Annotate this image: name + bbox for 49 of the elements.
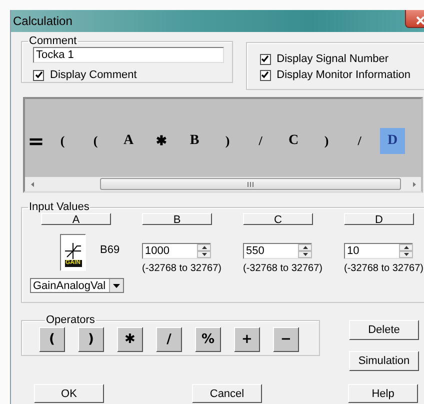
- close-icon: [416, 16, 424, 25]
- dialog-button[interactable]: Cancel: [192, 384, 262, 403]
- formula-token[interactable]: C: [277, 128, 310, 154]
- range-label: (-32768 to 32767): [344, 263, 424, 274]
- operator-button[interactable]: +: [234, 327, 260, 352]
- operator-button[interactable]: (: [39, 327, 65, 352]
- scroll-thumb[interactable]: [100, 178, 401, 190]
- action-button[interactable]: Delete: [349, 320, 419, 340]
- formula-token[interactable]: D: [380, 128, 405, 154]
- group-label: Input Values: [28, 201, 90, 213]
- dialog-button[interactable]: OK: [34, 384, 104, 403]
- formula-token[interactable]: A: [112, 128, 145, 154]
- checkbox[interactable]: [260, 70, 271, 80]
- signal-name: B69: [100, 244, 120, 256]
- checkbox[interactable]: [33, 70, 44, 80]
- group-label: Comment: [28, 35, 78, 47]
- group-label: Operators: [45, 314, 96, 326]
- formula-token[interactable]: (: [79, 128, 112, 154]
- operator-button[interactable]: ): [78, 327, 104, 352]
- gain-curve-icon: [64, 242, 82, 260]
- window-title: Calculation: [12, 14, 72, 28]
- formula-token[interactable]: B: [178, 128, 211, 154]
- formula-token[interactable]: ): [310, 128, 343, 154]
- signal-dropdown[interactable]: GainAnalogVal: [30, 278, 124, 293]
- formula-token[interactable]: (: [46, 128, 79, 154]
- range-label: (-32768 to 32767): [243, 263, 323, 274]
- formula-token[interactable]: ✱: [145, 128, 178, 154]
- formula-token[interactable]: /: [343, 128, 376, 154]
- checkbox-label: Display Signal Number: [276, 53, 389, 65]
- dialog-button[interactable]: Help: [348, 384, 418, 403]
- checkbox-label: Display Comment: [50, 69, 137, 81]
- checkbox[interactable]: [260, 54, 271, 64]
- formula-token[interactable]: ): [211, 128, 244, 154]
- formula-token[interactable]: /: [244, 128, 277, 154]
- horizontal-scrollbar[interactable]: [25, 177, 421, 191]
- dropdown-arrow-icon: [113, 284, 120, 288]
- operator-button[interactable]: −: [273, 327, 299, 352]
- formula-token[interactable]: =: [26, 128, 46, 154]
- operator-button[interactable]: ✱: [117, 327, 143, 352]
- input-select-button[interactable]: D: [344, 213, 414, 225]
- comment-field[interactable]: Tocka 1: [33, 47, 224, 63]
- input-select-button[interactable]: B: [142, 213, 212, 225]
- action-button[interactable]: Simulation: [349, 351, 419, 371]
- input-select-button[interactable]: A: [41, 213, 111, 225]
- input-select-button[interactable]: C: [243, 213, 313, 225]
- checkbox-label: Display Monitor Information: [276, 69, 411, 81]
- operator-button[interactable]: %: [195, 327, 221, 352]
- operator-button[interactable]: /: [156, 327, 182, 352]
- range-label: (-32768 to 32767): [142, 263, 222, 274]
